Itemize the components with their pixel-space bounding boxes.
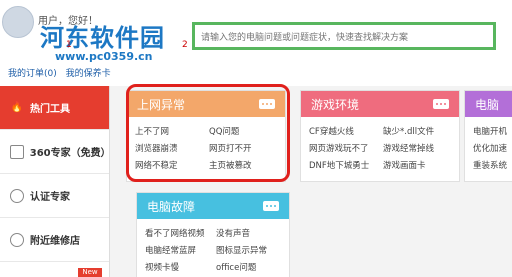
- sidebar-item-label: 热门工具: [30, 104, 70, 115]
- search-input[interactable]: [195, 27, 493, 49]
- panel-links: CF穿越火线 缺少*.dll文件 网页游戏玩不了 游戏经常掉线 DNF地下城勇士…: [301, 117, 459, 179]
- panel-link[interactable]: 网络不稳定: [135, 159, 203, 171]
- sidebar-item-360-expert[interactable]: 360专家（免费）: [0, 130, 111, 174]
- panel-link[interactable]: 重装系统: [473, 159, 512, 171]
- header: 用户，您好！ 河东软件园 www.pc0359.cn 1 2 我的订单(0) 我…: [0, 0, 512, 86]
- more-icon[interactable]: [259, 99, 275, 109]
- panel-link[interactable]: CF穿越火线: [309, 125, 377, 137]
- sidebar-item-label: 附近维修店: [30, 236, 80, 247]
- panel-header: 电脑: [465, 91, 512, 117]
- panel-link[interactable]: 电脑开机: [473, 125, 512, 137]
- panel-header: 电脑故障: [137, 193, 289, 219]
- more-icon[interactable]: [263, 201, 279, 211]
- panel-links: 看不了网络视频 没有声音 电脑经常蓝屏 图标显示异常 视频卡慢 office问题: [137, 219, 289, 277]
- monitor-icon: [10, 144, 24, 159]
- panel-game-env: 游戏环境 CF穿越火线 缺少*.dll文件 网页游戏玩不了 游戏经常掉线 DNF…: [300, 90, 460, 182]
- location-icon: [10, 232, 24, 247]
- panel-title: 电脑: [475, 97, 500, 112]
- panel-links: 上不了网 QQ问题 浏览器崩溃 网页打不开 网络不稳定 主页被篡改: [127, 117, 285, 179]
- avatar[interactable]: [2, 6, 34, 38]
- user-icon: [10, 188, 24, 203]
- my-orders-link[interactable]: 我的订单(0): [8, 69, 57, 79]
- panel-title: 上网异常: [137, 97, 186, 112]
- panel-links: 电脑开机 优化加速 重装系统: [465, 117, 512, 179]
- panel-title: 游戏环境: [311, 97, 360, 112]
- sidebar-item-certified-expert[interactable]: 认证专家: [0, 174, 109, 218]
- panel-header: 上网异常: [127, 91, 285, 117]
- panel-link[interactable]: 网页打不开: [209, 142, 277, 154]
- new-badge: New: [78, 268, 102, 277]
- panel-link[interactable]: 主页被篡改: [209, 159, 277, 171]
- sidebar-item-hot-tools[interactable]: 🔥 热门工具: [0, 86, 109, 130]
- panel-link[interactable]: office问题: [216, 261, 281, 273]
- panel-link[interactable]: 游戏经常掉线: [383, 142, 451, 154]
- panel-link[interactable]: 网页游戏玩不了: [309, 142, 377, 154]
- sidebar-item-label: 360专家（免费）: [29, 148, 111, 159]
- panel-link[interactable]: 图标显示异常: [216, 244, 281, 256]
- panel-link[interactable]: 视频卡慢: [145, 261, 210, 273]
- step-marker-2: 2: [182, 40, 188, 50]
- my-card-link[interactable]: 我的保养卡: [66, 69, 111, 79]
- panel-computer: 电脑 电脑开机 优化加速 重装系统: [464, 90, 512, 182]
- logo: 河东软件园: [40, 18, 165, 53]
- main-content: 上网异常 上不了网 QQ问题 浏览器崩溃 网页打不开 网络不稳定 主页被篡改 游…: [110, 86, 512, 277]
- panel-internet-issues: 上网异常 上不了网 QQ问题 浏览器崩溃 网页打不开 网络不稳定 主页被篡改: [126, 90, 286, 182]
- sidebar: 🔥 热门工具 360专家（免费） 认证专家 附近维修店: [0, 86, 111, 277]
- step-marker-1: 1: [66, 40, 72, 50]
- app-window: 用户，您好！ 河东软件园 www.pc0359.cn 1 2 我的订单(0) 我…: [0, 0, 512, 277]
- panel-link[interactable]: QQ问题: [209, 125, 277, 137]
- panel-link[interactable]: 没有声音: [216, 227, 281, 239]
- sidebar-item-label: 认证专家: [30, 192, 70, 203]
- panel-link[interactable]: 优化加速: [473, 142, 512, 154]
- panel-header: 游戏环境: [301, 91, 459, 117]
- more-icon[interactable]: [433, 99, 449, 109]
- panel-link[interactable]: 看不了网络视频: [145, 227, 210, 239]
- panel-link[interactable]: DNF地下城勇士: [309, 159, 377, 171]
- panel-link[interactable]: 电脑经常蓝屏: [145, 244, 210, 256]
- sidebar-item-repair-shop[interactable]: 附近维修店: [0, 218, 109, 262]
- flame-icon: 🔥: [10, 101, 24, 113]
- panel-link[interactable]: 上不了网: [135, 125, 203, 137]
- user-links: 我的订单(0) 我的保养卡: [8, 66, 117, 79]
- panel-link[interactable]: 游戏画面卡: [383, 159, 451, 171]
- search-box: [192, 22, 496, 50]
- panel-title: 电脑故障: [147, 199, 196, 214]
- logo-url: www.pc0359.cn: [55, 50, 153, 63]
- panel-pc-faults: 电脑故障 看不了网络视频 没有声音 电脑经常蓝屏 图标显示异常 视频卡慢 off…: [136, 192, 290, 277]
- panel-link[interactable]: 缺少*.dll文件: [383, 125, 451, 137]
- logo-title: 河东软件园: [40, 24, 165, 52]
- panel-link[interactable]: 浏览器崩溃: [135, 142, 203, 154]
